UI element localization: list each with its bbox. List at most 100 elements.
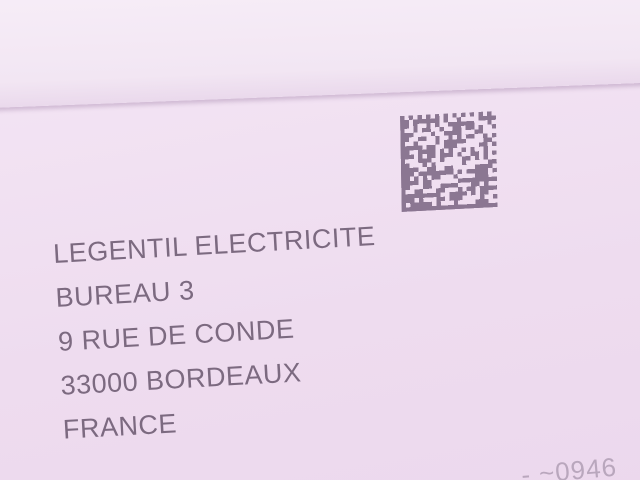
datamatrix-module bbox=[471, 186, 476, 191]
datamatrix-module bbox=[462, 191, 467, 196]
datamatrix-module bbox=[426, 127, 431, 133]
datamatrix-module bbox=[493, 202, 498, 208]
datamatrix-module bbox=[462, 178, 467, 183]
datamatrix-module bbox=[466, 186, 472, 192]
datamatrix-module bbox=[427, 201, 433, 207]
datamatrix-module bbox=[400, 172, 406, 178]
datamatrix-module bbox=[430, 118, 436, 124]
datamatrix-module bbox=[418, 202, 424, 207]
datamatrix-module bbox=[417, 114, 422, 120]
datamatrix-module bbox=[444, 170, 450, 175]
datamatrix-module bbox=[469, 112, 475, 117]
datamatrix-module bbox=[414, 206, 420, 212]
datamatrix-module bbox=[409, 167, 415, 173]
datamatrix-module bbox=[418, 149, 423, 155]
datamatrix-module bbox=[453, 200, 459, 205]
datamatrix-module bbox=[400, 137, 405, 143]
datamatrix-module bbox=[422, 175, 428, 181]
datamatrix-module bbox=[465, 125, 471, 131]
datamatrix-module bbox=[478, 129, 484, 134]
datamatrix-module bbox=[482, 115, 488, 121]
datamatrix-module bbox=[423, 201, 428, 207]
datamatrix-module bbox=[478, 142, 484, 147]
datamatrix-module bbox=[413, 145, 419, 151]
datamatrix-module bbox=[443, 113, 449, 119]
datamatrix-module bbox=[484, 185, 489, 191]
datamatrix-module bbox=[474, 151, 480, 156]
datamatrix-module bbox=[431, 153, 436, 159]
datamatrix-module bbox=[487, 137, 493, 142]
datamatrix-module bbox=[470, 133, 475, 139]
datamatrix-module bbox=[452, 121, 457, 127]
datamatrix-module bbox=[413, 128, 418, 133]
datamatrix-module bbox=[414, 193, 419, 199]
datamatrix-module bbox=[457, 169, 463, 175]
datamatrix-module bbox=[484, 203, 489, 208]
datamatrix-module bbox=[448, 121, 453, 127]
datamatrix-module bbox=[479, 164, 484, 169]
datamatrix-module bbox=[400, 150, 406, 156]
datamatrix-module bbox=[404, 133, 410, 138]
datamatrix-module bbox=[475, 181, 480, 187]
datamatrix-module bbox=[426, 123, 431, 128]
datamatrix-module bbox=[401, 189, 406, 195]
datamatrix-module bbox=[470, 177, 476, 183]
datamatrix-module bbox=[440, 205, 446, 210]
datamatrix-module bbox=[448, 143, 453, 149]
datamatrix-module bbox=[440, 196, 446, 202]
datamatrix-module bbox=[413, 119, 418, 125]
datamatrix-module bbox=[409, 132, 414, 138]
datamatrix-module bbox=[413, 141, 418, 146]
datamatrix-module bbox=[461, 147, 467, 153]
datamatrix-module bbox=[410, 206, 415, 212]
datamatrix-module bbox=[413, 167, 419, 173]
datamatrix-module bbox=[483, 150, 488, 156]
datamatrix-module bbox=[452, 139, 458, 144]
datamatrix-module bbox=[439, 153, 445, 158]
datamatrix-module bbox=[465, 121, 470, 126]
datamatrix-module bbox=[435, 140, 440, 145]
datamatrix-module bbox=[444, 139, 449, 145]
datamatrix-module bbox=[448, 152, 454, 158]
datamatrix-module bbox=[449, 183, 454, 188]
datamatrix-module bbox=[466, 156, 471, 161]
datamatrix-module bbox=[426, 118, 431, 124]
datamatrix-module bbox=[487, 119, 492, 125]
datamatrix-module bbox=[400, 115, 405, 121]
datamatrix-module bbox=[404, 146, 410, 151]
datamatrix-module bbox=[448, 139, 453, 145]
datamatrix-module bbox=[422, 158, 427, 163]
datamatrix-module bbox=[479, 172, 484, 178]
datamatrix-module bbox=[427, 192, 432, 198]
datamatrix-module bbox=[436, 192, 441, 198]
datamatrix-module bbox=[452, 126, 457, 131]
datamatrix-module bbox=[400, 159, 406, 165]
datamatrix-module bbox=[444, 152, 449, 158]
datamatrix-module bbox=[414, 176, 419, 181]
datamatrix-module bbox=[483, 172, 489, 178]
datamatrix-module bbox=[448, 170, 454, 175]
datamatrix-module bbox=[453, 174, 458, 179]
datamatrix-module bbox=[404, 137, 410, 142]
datamatrix-module bbox=[422, 136, 427, 142]
datamatrix-module bbox=[405, 185, 411, 190]
datamatrix-module bbox=[448, 135, 453, 140]
datamatrix-module bbox=[461, 121, 466, 126]
datamatrix-module bbox=[405, 181, 410, 186]
datamatrix-module bbox=[404, 119, 409, 125]
datamatrix-module bbox=[405, 198, 411, 204]
datamatrix-module bbox=[478, 111, 483, 117]
datamatrix-module bbox=[409, 172, 415, 177]
datamatrix-module bbox=[422, 149, 427, 155]
datamatrix-module bbox=[435, 122, 440, 128]
datamatrix-module bbox=[483, 137, 488, 143]
datamatrix-module bbox=[470, 181, 476, 187]
datamatrix-module bbox=[427, 171, 432, 176]
datamatrix-module bbox=[400, 120, 405, 125]
datamatrix-module bbox=[427, 184, 432, 189]
datamatrix-module bbox=[426, 149, 432, 154]
datamatrix-module bbox=[410, 193, 415, 199]
datamatrix-module bbox=[461, 138, 466, 144]
datamatrix-module bbox=[456, 130, 462, 135]
datamatrix-module bbox=[474, 164, 480, 169]
